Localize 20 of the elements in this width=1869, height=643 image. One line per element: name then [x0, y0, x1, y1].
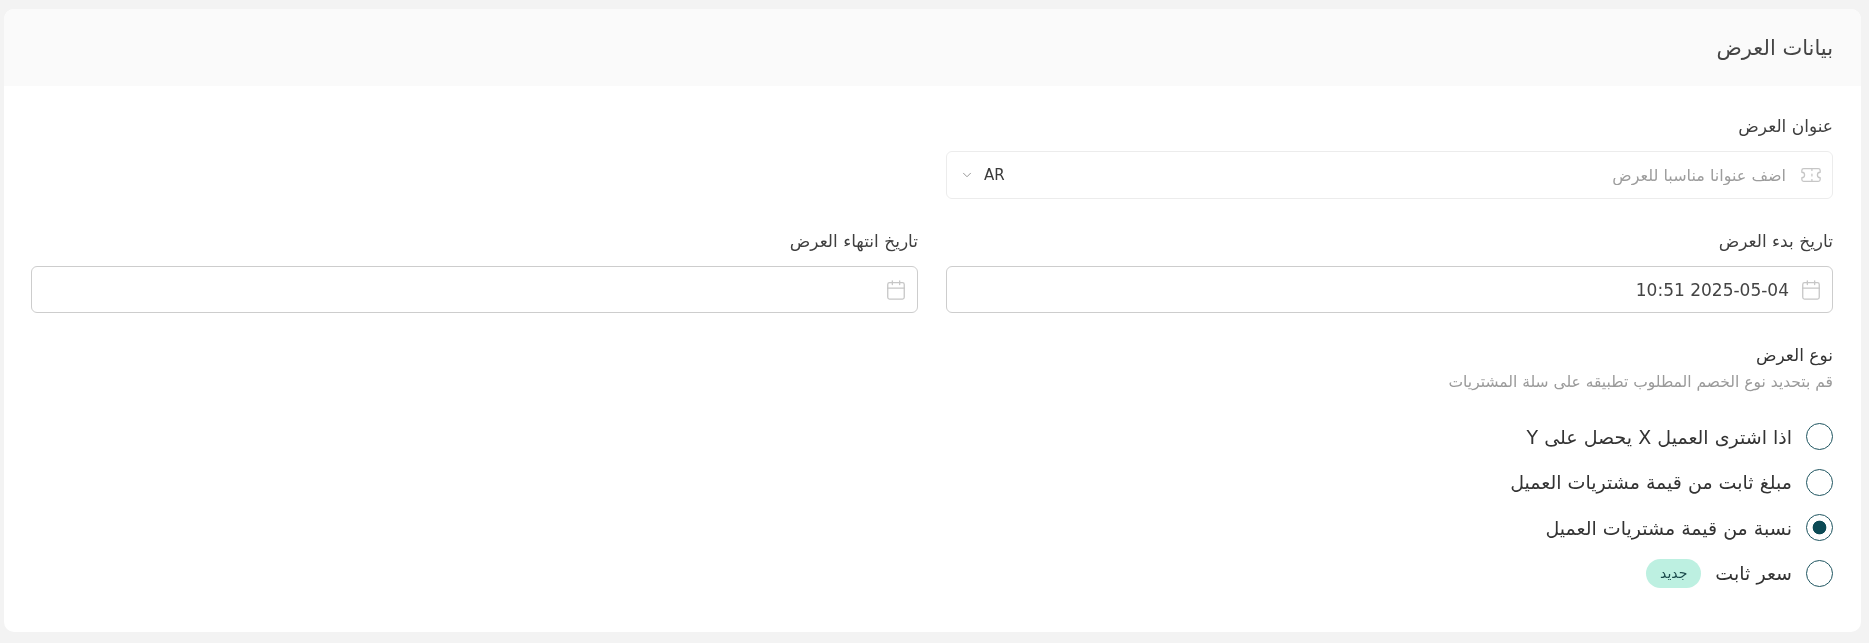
calendar-icon [885, 278, 907, 301]
section-description: قم بتحديد نوع الخصم المطلوب تطبيقه على سلة المشتريات [1447, 372, 1833, 393]
card-title: بيانات العرض [1716, 35, 1833, 60]
calendar-icon [1800, 278, 1822, 301]
date-input[interactable]: 10:51 2025-05-04 [946, 266, 1833, 313]
field-label: عنوان العرض [1737, 115, 1833, 138]
new-badge: جديد [1646, 558, 1702, 588]
date-input[interactable] [31, 266, 918, 313]
radio-button[interactable] [1806, 423, 1833, 450]
option-label: مبلغ ثابت من قيمة مشتريات العميل [1510, 471, 1792, 493]
radio-button[interactable] [1806, 514, 1833, 541]
option-label: سعر ثابت [1715, 562, 1792, 584]
option-label: نسبة من قيمة مشتريات العميل [1545, 516, 1792, 539]
field-label: تاريخ بدء العرض [1717, 230, 1833, 253]
option-label: اذا اشترى العميل X يحصل على Y [1526, 425, 1792, 448]
field-label: تاريخ انتهاء العرض [788, 230, 918, 253]
section-title: نوع العرض [1754, 344, 1833, 367]
radio-button[interactable] [1806, 468, 1833, 496]
radio-button[interactable] [1806, 559, 1833, 587]
language-select[interactable]: AR [960, 166, 1005, 184]
